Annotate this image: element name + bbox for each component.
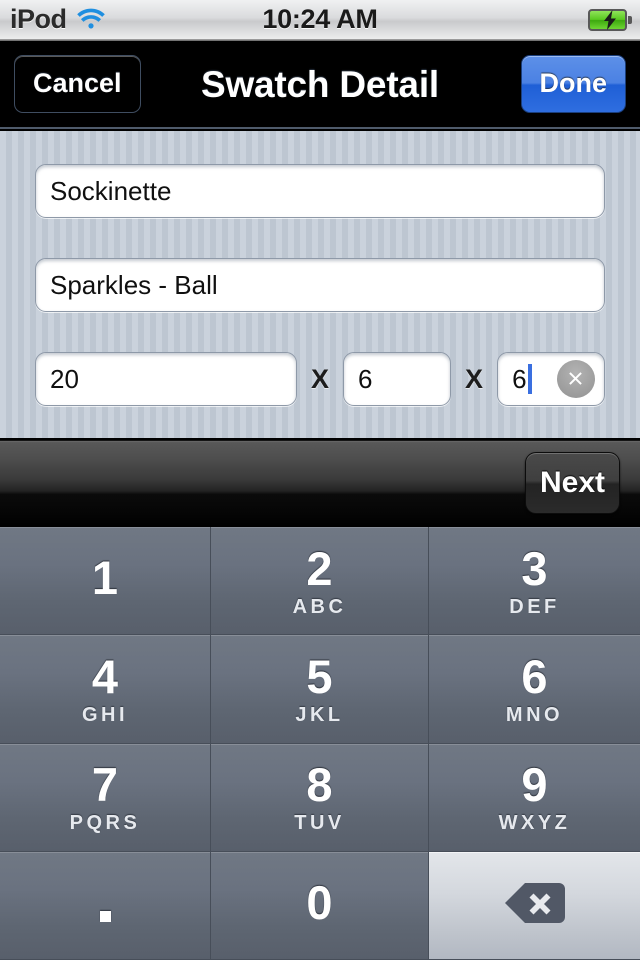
status-bar: iPod 10:24 AM [0, 0, 640, 40]
key-3[interactable]: 3 DEF [429, 527, 640, 636]
clock-label: 10:24 AM [262, 4, 378, 34]
key-digit-label: 9 [521, 758, 548, 812]
gauge-row: 20 X 6 X 6 [35, 352, 605, 406]
key-digit-label: 2 [306, 541, 333, 595]
gauge-stitches-field[interactable]: 6 [343, 352, 451, 406]
key-digit-label: 8 [306, 758, 333, 812]
times-separator-label-2: X [465, 363, 484, 394]
key-letters-label: JKL [295, 703, 344, 726]
key-digit-label: 1 [91, 551, 119, 605]
navigation-bar: Cancel Swatch Detail Done [0, 40, 640, 129]
next-button[interactable]: Next [525, 452, 620, 514]
times-separator-label: X [310, 363, 329, 394]
key-letters-label: ABC [292, 595, 347, 618]
yarn-name-field[interactable]: Sparkles - Ball [35, 258, 605, 312]
key-digit-label: 7 [91, 758, 119, 812]
numeric-keypad: 1 2 ABC 3 DEF 4 GHI 5 JKL 6 MNO 7 PQRS 8 TUV 9 WXYZ 0 [0, 527, 640, 960]
status-bar-center: 10:24 AM [200, 4, 440, 35]
key-digit-label: 6 [521, 649, 548, 703]
gauge-rows-value: 6 [512, 363, 527, 394]
backspace-icon[interactable] [429, 851, 640, 960]
status-bar-right [440, 8, 640, 31]
battery-charging-icon [588, 8, 632, 31]
key-5[interactable]: 5 JKL [211, 635, 429, 744]
app-screen: iPod 10:24 AM Cancel Swatch Detail Done … [0, 0, 640, 960]
swatch-name-row: Sockinette [35, 164, 605, 218]
period-glyph [99, 910, 111, 922]
key-0[interactable]: 0 [211, 851, 429, 960]
key-letters-label: PQRS [69, 812, 141, 835]
text-cursor [527, 364, 532, 394]
key-letters-label: TUV [294, 812, 345, 835]
key-letters-label: DEF [509, 595, 560, 618]
gauge-stitches-value: 6 [358, 363, 373, 394]
key-6[interactable]: 6 MNO [429, 635, 640, 744]
quantity-value: 20 [50, 363, 79, 394]
key-8[interactable]: 8 TUV [211, 743, 429, 852]
key-digit-label: 0 [306, 875, 333, 929]
key-4[interactable]: 4 GHI [0, 635, 211, 744]
status-bar-left: iPod [0, 4, 200, 35]
cancel-button[interactable]: Cancel [14, 54, 141, 113]
carrier-label: iPod [10, 4, 67, 34]
key-letters-label: GHI [81, 703, 129, 726]
form-content: Sockinette Sparkles - Ball 20 X 6 X 6 [0, 131, 640, 438]
wifi-icon [76, 8, 106, 32]
key-letters-label: MNO [505, 703, 564, 726]
clear-circle-icon[interactable] [557, 360, 595, 398]
swatch-name-field[interactable]: Sockinette [35, 164, 605, 218]
yarn-name-row: Sparkles - Ball [35, 258, 605, 312]
keyboard-accessory-bar: Next [0, 440, 640, 527]
key-digit-label: 4 [91, 649, 119, 703]
swatch-name-value: Sockinette [50, 175, 172, 206]
quantity-field[interactable]: 20 [35, 352, 297, 406]
yarn-name-value: Sparkles - Ball [50, 269, 218, 300]
key-digit-label: 5 [306, 649, 333, 703]
key-digit-label: 3 [521, 541, 548, 595]
key-9[interactable]: 9 WXYZ [429, 743, 640, 852]
key-7[interactable]: 7 PQRS [0, 743, 211, 852]
key-letters-label: WXYZ [498, 812, 571, 835]
backspace-glyph [503, 881, 567, 930]
key-period[interactable] [0, 851, 211, 960]
key-2[interactable]: 2 ABC [211, 527, 429, 636]
key-1[interactable]: 1 [0, 527, 211, 636]
done-button[interactable]: Done [520, 54, 626, 113]
gauge-rows-field[interactable]: 6 [497, 352, 605, 406]
